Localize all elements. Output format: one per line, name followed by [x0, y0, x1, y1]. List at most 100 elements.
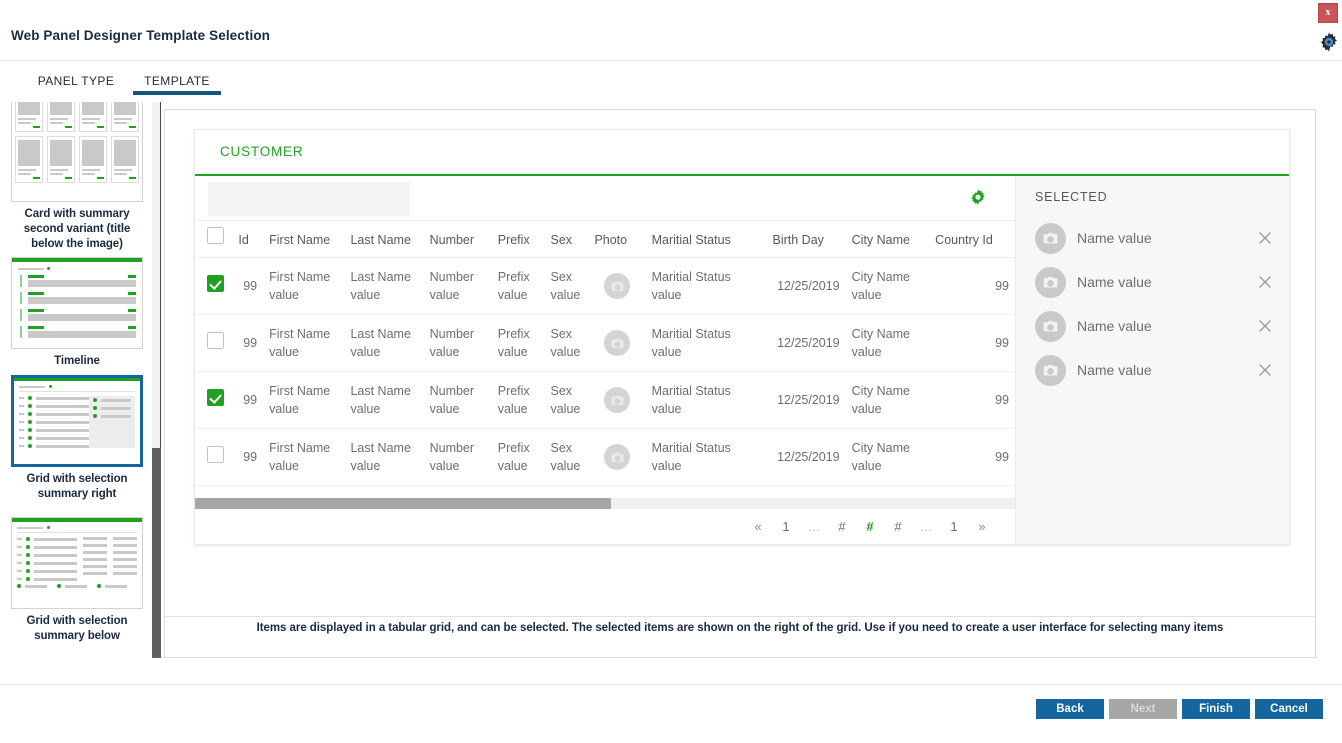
- cell-marital-status: Maritial Status value: [645, 371, 767, 429]
- template-thumbnail[interactable]: [11, 102, 143, 202]
- close-icon[interactable]: [1256, 229, 1274, 247]
- grid-header-select-all: [195, 220, 233, 258]
- pagination-page-last[interactable]: 1: [943, 519, 965, 534]
- grid-header-row: Id First Name Last Name Number Prefix Se…: [195, 220, 1015, 258]
- grid-header-first-name[interactable]: First Name: [263, 220, 345, 258]
- grid-header-photo[interactable]: Photo: [588, 220, 646, 258]
- table-row[interactable]: 99 First Name value Last Name value Numb…: [195, 428, 1015, 486]
- list-item[interactable]: Name value: [1016, 348, 1290, 392]
- grid-filter-input[interactable]: [208, 182, 410, 216]
- grid-header-sex[interactable]: Sex: [544, 220, 589, 258]
- cell-sex: Sex value: [544, 428, 589, 486]
- wizard-footer: Back Next Finish Cancel: [0, 684, 1342, 743]
- sidebar-item-label: Grid with selection summary below: [26, 615, 128, 642]
- grid-toolbar: [195, 176, 1015, 220]
- camera-icon: [604, 387, 631, 413]
- pagination-next[interactable]: »: [971, 519, 993, 534]
- pagination-page-current[interactable]: #: [859, 519, 881, 534]
- camera-icon: [1035, 266, 1066, 298]
- cell-prefix: Prefix value: [491, 371, 545, 429]
- row-checkbox[interactable]: [207, 332, 224, 349]
- tab-template[interactable]: TEMPLATE: [133, 71, 221, 101]
- grid-header-last-name[interactable]: Last Name: [344, 220, 424, 258]
- cell-country-id: 99: [929, 314, 1015, 372]
- sidebar-item-grid-with-selection-summary-below[interactable]: Grid with selection summary below: [11, 517, 143, 644]
- preview-card-header: CUSTOMER: [195, 130, 1289, 176]
- cancel-button[interactable]: Cancel: [1255, 699, 1323, 719]
- settings-gear-icon[interactable]: [1318, 31, 1340, 53]
- cell-photo: [588, 257, 646, 315]
- camera-icon: [1035, 310, 1066, 342]
- grid-header-id[interactable]: Id: [232, 220, 264, 258]
- list-item[interactable]: Name value: [1016, 304, 1290, 348]
- sidebar-item-timeline[interactable]: Timeline: [11, 257, 143, 369]
- sidebar-item-label: Grid with selection summary right: [26, 473, 128, 500]
- grid-header-prefix[interactable]: Prefix: [491, 220, 545, 258]
- cell-last-name: Last Name value: [344, 257, 424, 315]
- back-button[interactable]: Back: [1036, 699, 1104, 719]
- pagination-page-prev[interactable]: #: [831, 519, 853, 534]
- customer-grid: Id First Name Last Name Number Prefix Se…: [195, 220, 1015, 486]
- cell-city-name: City Name value: [845, 428, 930, 486]
- select-all-checkbox[interactable]: [207, 227, 224, 244]
- selected-item-name: Name value: [1077, 318, 1152, 334]
- cell-number: Number value: [423, 257, 492, 315]
- table-row[interactable]: 99 First Name value Last Name value Numb…: [195, 314, 1015, 372]
- table-row[interactable]: 99 First Name value Last Name value Numb…: [195, 371, 1015, 429]
- pagination-page-1[interactable]: 1: [775, 519, 797, 534]
- cell-sex: Sex value: [544, 257, 589, 315]
- grid-header-marital-status[interactable]: Maritial Status: [645, 220, 767, 258]
- camera-icon: [604, 330, 631, 356]
- template-thumbnail[interactable]: [11, 517, 143, 609]
- finish-button[interactable]: Finish: [1182, 699, 1250, 719]
- cell-city-name: City Name value: [845, 371, 930, 429]
- pagination-page-next[interactable]: #: [887, 519, 909, 534]
- cell-first-name: First Name value: [263, 314, 345, 372]
- cell-id: 99: [232, 257, 264, 315]
- list-item[interactable]: Name value: [1016, 260, 1290, 304]
- row-checkbox[interactable]: [207, 389, 224, 406]
- pagination-ellipsis-left: …: [807, 519, 821, 534]
- sidebar-item-label: Card with summary second variant (title …: [23, 208, 131, 250]
- template-preview-panel: CUSTOMER Id First Name Last Name Number …: [164, 109, 1316, 658]
- grid-area: Id First Name Last Name Number Prefix Se…: [195, 176, 1015, 544]
- grid-horizontal-scrollbar-thumb[interactable]: [195, 498, 611, 509]
- grid-header-number[interactable]: Number: [423, 220, 492, 258]
- template-thumbnail[interactable]: [11, 257, 143, 349]
- window-titlebar: Web Panel Designer Template Selection: [0, 0, 1342, 61]
- cell-id: 99: [232, 371, 264, 429]
- tab-active-indicator: [133, 91, 221, 95]
- close-icon[interactable]: [1256, 361, 1274, 379]
- row-checkbox[interactable]: [207, 275, 224, 292]
- sidebar-scrollbar-thumb[interactable]: [152, 448, 161, 658]
- cell-marital-status: Maritial Status value: [645, 428, 767, 486]
- cell-number: Number value: [423, 314, 492, 372]
- cell-sex: Sex value: [544, 314, 589, 372]
- cell-country-id: 99: [929, 371, 1015, 429]
- template-thumbnail-selected[interactable]: [11, 375, 143, 467]
- grid-header-country-id[interactable]: Country Id: [929, 220, 1015, 258]
- selected-panel-title: SELECTED: [1035, 190, 1108, 204]
- table-row[interactable]: 99 First Name value Last Name value Numb…: [195, 257, 1015, 315]
- close-button[interactable]: x: [1318, 3, 1338, 23]
- list-item[interactable]: Name value: [1016, 216, 1290, 260]
- cell-city-name: City Name value: [845, 257, 930, 315]
- grid-header-city-name[interactable]: City Name: [845, 220, 930, 258]
- sidebar-item-grid-with-selection-summary-right[interactable]: Grid with selection summary right: [11, 375, 143, 502]
- grid-header-birth-day[interactable]: Birth Day: [766, 220, 846, 258]
- cell-sex: Sex value: [544, 371, 589, 429]
- tab-panel-type[interactable]: PANEL TYPE: [30, 71, 122, 101]
- row-checkbox[interactable]: [207, 446, 224, 463]
- sidebar-item-card-with-summary-second-variant[interactable]: Card with summary second variant (title …: [11, 102, 143, 252]
- selected-summary-panel: SELECTED Name value Name value Name valu…: [1015, 176, 1289, 544]
- grid-pagination: « 1 … # # # … 1 »: [195, 509, 1015, 544]
- pagination-ellipsis-right: …: [919, 519, 933, 534]
- pagination-first[interactable]: «: [747, 519, 769, 534]
- sidebar-item-label: Timeline: [54, 355, 100, 367]
- cell-number: Number value: [423, 371, 492, 429]
- cell-last-name: Last Name value: [344, 314, 424, 372]
- grid-settings-gear-icon[interactable]: [968, 188, 988, 208]
- cell-first-name: First Name value: [263, 371, 345, 429]
- close-icon[interactable]: [1256, 317, 1274, 335]
- close-icon[interactable]: [1256, 273, 1274, 291]
